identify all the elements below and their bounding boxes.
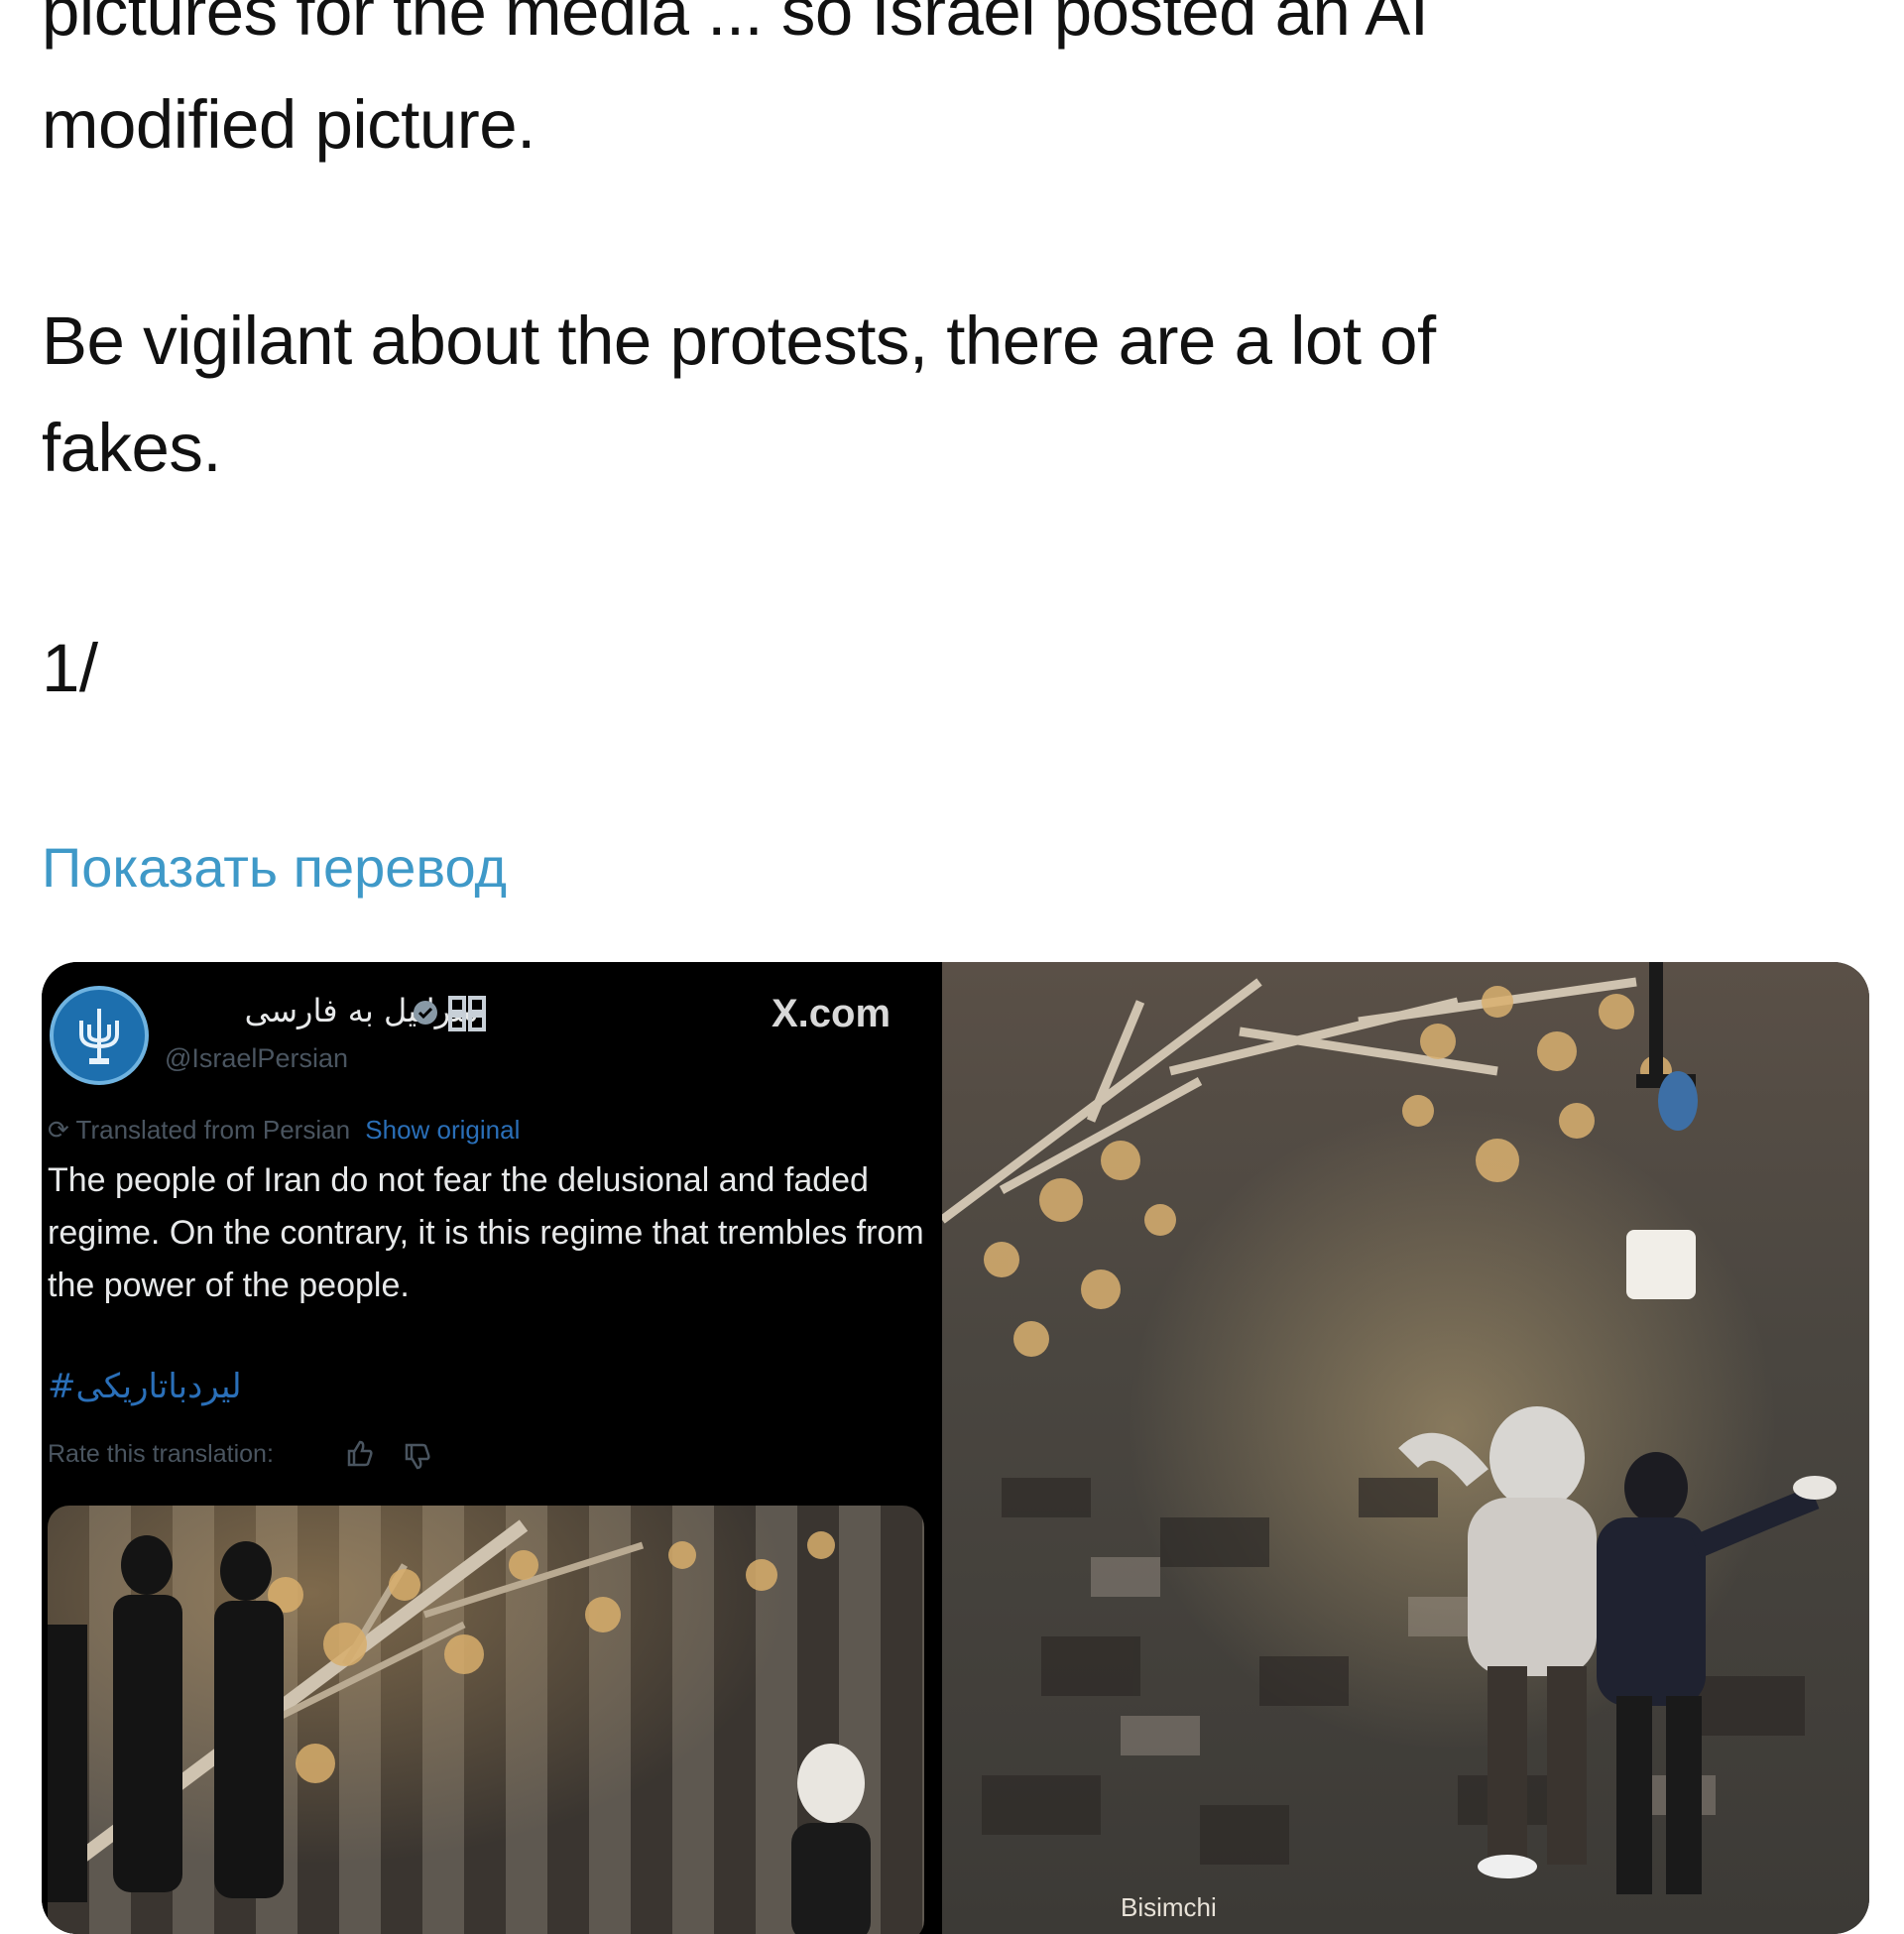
- post-text-line: modified picture.: [42, 86, 536, 163]
- news-photo: Bisimchi: [942, 962, 1869, 1934]
- user-handle: @IsraelPersian: [165, 1043, 348, 1073]
- translate-icon: ⟳: [48, 1115, 76, 1145]
- post-text-line: pictures for the media ... so Israel pos…: [42, 0, 1429, 50]
- display-name: اسرائیل به فارسی: [244, 992, 488, 1029]
- translated-from-label: Translated from Persian: [75, 1115, 351, 1145]
- verified-badge-icon: [414, 1001, 437, 1025]
- protest-scene-illustration: [48, 1519, 871, 1934]
- hashtag: #لیردباتاریکی: [48, 1367, 242, 1406]
- embedded-tweet-photo: [48, 1506, 924, 1934]
- organization-badge-icon: [448, 996, 486, 1031]
- thumbs-down-icon: [405, 1443, 430, 1470]
- embedded-tweet-body: The people of Iran do not fear the delus…: [48, 1161, 924, 1304]
- post-text-line: Be vigilant about the protests, there ar…: [42, 302, 1436, 379]
- source-watermark: X.com: [772, 992, 892, 1035]
- post-text-line: fakes.: [42, 410, 222, 486]
- thumbs-up-icon: [347, 1440, 373, 1467]
- show-translation-link[interactable]: Показать перевод: [42, 835, 507, 900]
- post-media[interactable]: اسرائیل به فارسی @IsraelPersian X.com ⟳ …: [42, 962, 1869, 1934]
- avatar: [50, 986, 149, 1085]
- protest-photo-illustration: [942, 962, 1837, 1894]
- show-original-link: Show original: [365, 1115, 521, 1145]
- thread-counter: 1/: [42, 630, 98, 706]
- rate-translation-label: Rate this translation:: [48, 1440, 274, 1468]
- embedded-tweet-screenshot: اسرائیل به فارسی @IsraelPersian X.com ⟳ …: [42, 962, 942, 1934]
- translation-notice: ⟳ Translated from Persian Show original: [48, 1115, 520, 1146]
- menorah-emblem-icon: [79, 1009, 119, 1064]
